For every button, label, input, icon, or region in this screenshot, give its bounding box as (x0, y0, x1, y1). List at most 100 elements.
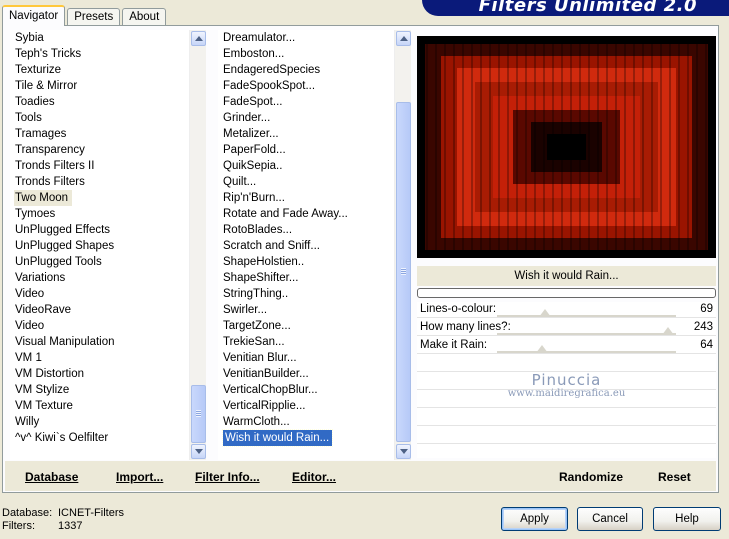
scroll-thumb[interactable] (191, 385, 206, 443)
list-item[interactable]: Video (14, 286, 188, 302)
help-button[interactable]: Help (653, 507, 721, 531)
scroll-up-button[interactable] (191, 31, 206, 46)
panel-toolbar: Database Import... Filter Info... Editor… (5, 461, 716, 491)
list-item[interactable]: Two Moon (14, 190, 73, 206)
slider-track[interactable] (497, 315, 676, 317)
list-item[interactable]: VM 1 (14, 350, 188, 366)
controls-area: Lines-o-colour: 69 How many lines?: 243 … (417, 302, 716, 458)
list-item[interactable]: Teph's Tricks (14, 46, 188, 62)
list-item[interactable]: Wish it would Rain... (221, 429, 393, 447)
control-empty (417, 392, 716, 408)
list-item[interactable]: ^v^ Kiwi`s Oelfilter (14, 430, 188, 446)
list-item[interactable]: Tronds Filters (14, 174, 188, 190)
status-database-value: ICNET-Filters (58, 507, 124, 519)
list-item[interactable]: Variations (14, 270, 188, 286)
navigator-panel: Sybia Teph's Tricks Texturize Tile & Mirror… (2, 25, 719, 493)
slider-track[interactable] (497, 333, 676, 335)
control-lines-o-colour[interactable]: Lines-o-colour: 69 (417, 302, 716, 318)
control-empty (417, 410, 716, 426)
category-list[interactable]: Sybia Teph's Tricks Texturize Tile & Mirror… (10, 30, 206, 460)
scroll-thumb[interactable] (396, 102, 411, 442)
filter-info-button[interactable]: Filter Info... (195, 470, 260, 484)
list-item[interactable]: Toadies (14, 94, 188, 110)
scroll-down-button[interactable] (191, 444, 206, 459)
control-empty (417, 428, 716, 444)
tab-navigator[interactable]: Navigator (2, 5, 66, 26)
editor-button[interactable]: Editor... (292, 470, 336, 484)
reset-button[interactable]: Reset (658, 470, 691, 484)
list-item[interactable]: Tymoes (14, 206, 188, 222)
list-item[interactable]: VM Stylize (14, 382, 188, 398)
list-item[interactable]: StringThing.. (222, 286, 393, 302)
list-item[interactable]: UnPlugged Tools (14, 254, 188, 270)
list-item[interactable]: PaperFold... (222, 142, 393, 158)
list-item[interactable]: EndageredSpecies (222, 62, 393, 78)
list-item[interactable]: ShapeHolstien.. (222, 254, 393, 270)
slider-thumb[interactable] (661, 327, 674, 335)
list-item[interactable]: Quilt... (222, 174, 393, 190)
tab-presets[interactable]: Presets (67, 8, 121, 26)
filter-scrollbar[interactable] (394, 30, 411, 460)
category-items: Sybia Teph's Tricks Texturize Tile & Mirror… (14, 30, 188, 446)
database-button[interactable]: Database (25, 470, 78, 484)
list-item[interactable]: UnPlugged Effects (14, 222, 188, 238)
list-item[interactable]: UnPlugged Shapes (14, 238, 188, 254)
slider-thumb[interactable] (539, 309, 552, 317)
list-item[interactable]: Sybia (14, 30, 188, 46)
list-item[interactable]: Visual Manipulation (14, 334, 188, 350)
list-item[interactable]: VerticalRipplie... (222, 398, 393, 414)
list-item[interactable]: RotoBlades... (222, 222, 393, 238)
list-item[interactable]: QuikSepia.. (222, 158, 393, 174)
title-banner: Filters Unlimited 2.0 (422, 0, 729, 16)
apply-button[interactable]: Apply (501, 507, 568, 531)
list-item[interactable]: FadeSpot... (222, 94, 393, 110)
cancel-button[interactable]: Cancel (577, 507, 643, 531)
list-item[interactable]: Rip'n'Burn... (222, 190, 393, 206)
tab-about[interactable]: About (122, 8, 167, 26)
list-item[interactable]: Scratch and Sniff... (222, 238, 393, 254)
slider-track[interactable] (497, 351, 676, 353)
list-item[interactable]: WarmCloth... (222, 414, 393, 430)
control-value: 243 (693, 321, 713, 333)
list-item[interactable]: VM Texture (14, 398, 188, 414)
list-item[interactable]: TrekieSan... (222, 334, 393, 350)
list-item[interactable]: Transparency (14, 142, 188, 158)
list-item[interactable]: VerticalChopBlur... (222, 382, 393, 398)
filter-list[interactable]: Dreamulator... Emboston... EndageredSpecie… (218, 30, 411, 460)
preview-image[interactable] (417, 36, 716, 258)
list-item[interactable]: Rotate and Fade Away... (222, 206, 393, 222)
list-item[interactable]: ShapeShifter... (222, 270, 393, 286)
list-item[interactable]: Swirler... (222, 302, 393, 318)
list-item[interactable]: Texturize (14, 62, 188, 78)
list-item[interactable]: Willy (14, 414, 188, 430)
list-item[interactable]: TargetZone... (222, 318, 393, 334)
current-filter-name: Wish it would Rain... (417, 266, 716, 286)
list-item[interactable]: VideoRave (14, 302, 188, 318)
list-item[interactable]: Tramages (14, 126, 188, 142)
list-item[interactable]: VM Distortion (14, 366, 188, 382)
list-item[interactable]: FadeSpookSpot... (222, 78, 393, 94)
randomize-button[interactable]: Randomize (559, 470, 623, 484)
import-button[interactable]: Import... (116, 470, 163, 484)
arrow-down-icon (195, 449, 203, 454)
control-value: 64 (700, 339, 713, 351)
category-scrollbar[interactable] (189, 30, 206, 460)
list-item[interactable]: Dreamulator... (222, 30, 393, 46)
scroll-up-button[interactable] (396, 31, 411, 46)
list-item[interactable]: Venitian Blur... (222, 350, 393, 366)
list-item[interactable]: Metalizer... (222, 126, 393, 142)
list-item[interactable]: Tronds Filters II (14, 158, 188, 174)
list-item[interactable]: Tile & Mirror (14, 78, 188, 94)
control-make-it-rain[interactable]: Make it Rain: 64 (417, 338, 716, 354)
list-item[interactable]: Emboston... (222, 46, 393, 62)
slider-thumb[interactable] (535, 345, 548, 353)
arrow-up-icon (195, 36, 203, 41)
list-item[interactable]: Tools (14, 110, 188, 126)
control-value: 69 (700, 303, 713, 315)
control-how-many-lines[interactable]: How many lines?: 243 (417, 320, 716, 336)
scroll-down-button[interactable] (396, 444, 411, 459)
list-item[interactable]: VenitianBuilder... (222, 366, 393, 382)
list-item[interactable]: Video (14, 318, 188, 334)
status-filters-label: Filters: (2, 520, 35, 532)
list-item[interactable]: Grinder... (222, 110, 393, 126)
